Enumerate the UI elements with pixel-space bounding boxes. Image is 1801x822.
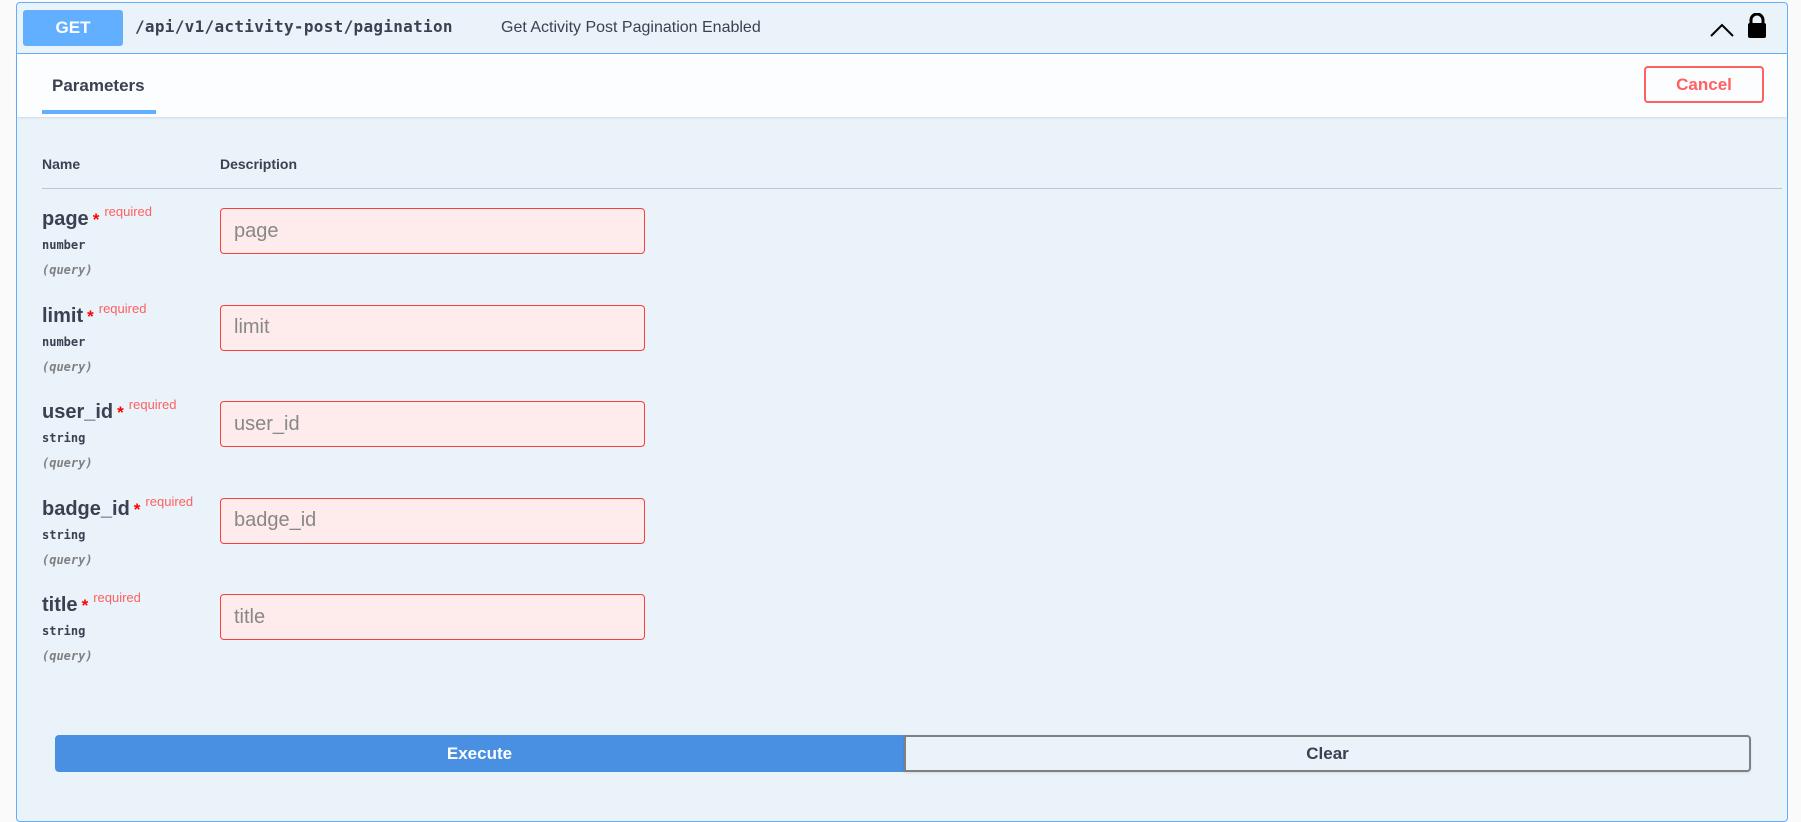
lock-icon[interactable] (1746, 13, 1768, 39)
chevron-up-icon[interactable] (1709, 21, 1735, 39)
parameter-name: page * required (42, 204, 152, 231)
required-label: required (98, 300, 147, 316)
parameter-location: (query) (42, 649, 93, 663)
required-asterisk: * (92, 210, 100, 229)
cancel-button[interactable]: Cancel (1644, 66, 1764, 103)
user-id-input[interactable] (220, 401, 645, 447)
required-asterisk: * (87, 306, 94, 326)
parameter-row-badge-id: badge_id * required string (query) (42, 494, 1042, 594)
parameter-name-text: page (42, 208, 89, 230)
parameter-name-text: user_id (42, 401, 114, 423)
parameter-name-text: badge_id (42, 497, 130, 520)
parameter-type: string (42, 527, 86, 542)
parameter-location: (query) (42, 359, 93, 374)
parameter-type: string (42, 624, 86, 638)
parameters-table-header: Name Description (42, 156, 1782, 189)
page-input[interactable] (220, 208, 645, 254)
parameter-name: user_id * required (42, 397, 176, 424)
parameter-location: (query) (42, 263, 93, 277)
required-label: required (93, 590, 141, 605)
clear-button[interactable]: Clear (904, 735, 1751, 772)
required-label: required (145, 493, 194, 509)
parameter-row-user-id: user_id * required string (query) (42, 397, 1042, 497)
tab-header: Parameters Cancel (17, 54, 1787, 117)
column-header-name: Name (42, 156, 81, 172)
column-header-description: Description (220, 156, 298, 172)
title-input[interactable] (220, 594, 645, 640)
parameter-name-text: limit (42, 304, 84, 327)
parameter-type: number (42, 238, 86, 252)
tab-parameters-label: Parameters (52, 76, 145, 95)
parameter-row-title: title * required string (query) (42, 590, 1042, 690)
operation-block: GET /api/v1/activity-post/pagination Get… (16, 2, 1788, 822)
required-label: required (104, 204, 153, 219)
http-method-badge: GET (23, 10, 123, 46)
parameter-name-text: title (42, 594, 78, 616)
required-asterisk: * (133, 499, 141, 519)
required-asterisk: * (81, 596, 89, 615)
parameter-type: string (42, 431, 86, 445)
endpoint-path: /api/v1/activity-post/pagination (135, 17, 453, 36)
parameter-location: (query) (42, 552, 93, 567)
parameter-location: (query) (42, 456, 93, 470)
parameter-row-limit: limit * required number (query) (42, 301, 1042, 401)
parameter-type: number (42, 334, 86, 349)
operation-summary[interactable]: GET /api/v1/activity-post/pagination Get… (17, 3, 1787, 54)
parameter-name: badge_id * required (42, 494, 193, 521)
parameter-name: limit * required (42, 301, 146, 328)
required-asterisk: * (117, 403, 124, 422)
badge-id-input[interactable] (220, 497, 645, 544)
tab-parameters[interactable]: Parameters (42, 54, 156, 114)
parameter-row-page: page * required number (query) (42, 204, 1042, 304)
limit-input[interactable] (220, 304, 645, 351)
required-label: required (128, 397, 177, 412)
execute-button[interactable]: Execute (55, 735, 904, 772)
endpoint-summary: Get Activity Post Pagination Enabled (501, 19, 761, 36)
parameter-name: title * required (42, 590, 141, 617)
